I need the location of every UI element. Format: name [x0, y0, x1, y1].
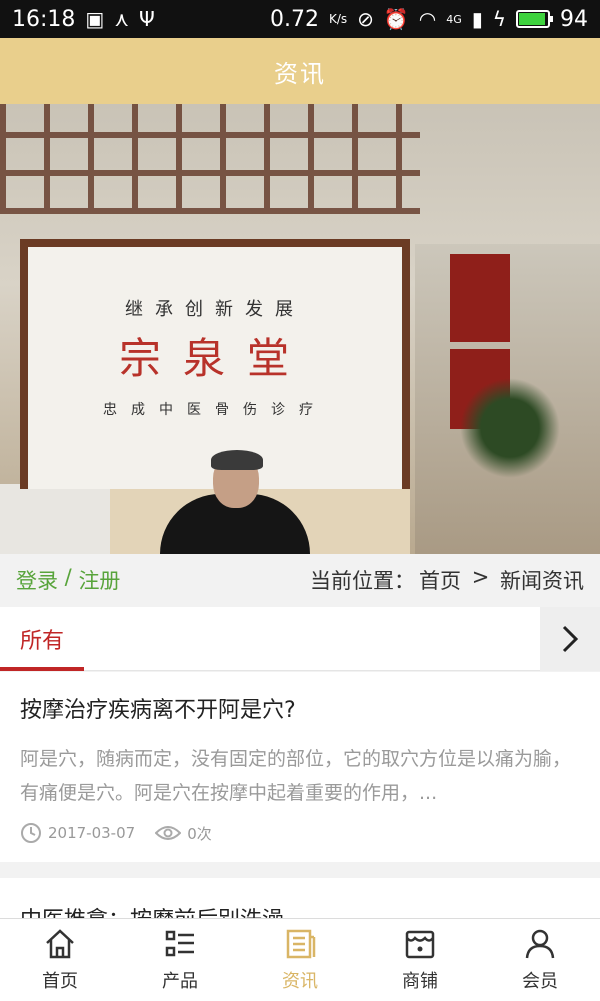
nav-member-label: 会员	[522, 971, 558, 992]
tab-all-label: 所有	[19, 629, 64, 654]
network-speed-unit: K/s	[328, 12, 348, 26]
nav-home[interactable]: 首页	[0, 919, 120, 1001]
share-icon: ⋏	[114, 7, 129, 31]
clinic-sign: 继承创新发展 宗泉堂 忠成中医骨伤诊疗	[20, 239, 410, 489]
page-title: 资讯	[274, 59, 326, 88]
list-icon	[165, 930, 194, 957]
breadcrumb-current: 新闻资讯	[500, 569, 584, 593]
home-icon	[46, 929, 74, 959]
auth-links: 登录 / 注册	[16, 565, 120, 595]
login-link[interactable]: 登录	[16, 565, 58, 595]
tabs-more-button[interactable]	[540, 607, 600, 671]
news-date-group: 2017-03-07	[20, 822, 135, 844]
nav-shop[interactable]: 商铺	[360, 919, 480, 1001]
eye-icon	[155, 826, 182, 840]
nav-news[interactable]: 资讯	[240, 919, 360, 1001]
battery-icon	[516, 10, 553, 28]
wifi-icon: ◠	[418, 7, 437, 31]
breadcrumb-arrow: >	[465, 565, 496, 589]
image-icon: ▣	[85, 7, 105, 31]
charging-icon: ϟ	[492, 7, 506, 31]
news-summary: 阿是穴，随病而定，没有固定的部位，它的取穴方位是以痛为腧，有痛便是穴。阿是穴在按…	[20, 748, 572, 804]
news-views: 0次	[187, 824, 212, 843]
news-title: 按摩治疗疾病离不开阿是穴?	[20, 698, 296, 723]
breadcrumb-bar: 登录 / 注册 当前位置： 首页 > 新闻资讯	[0, 554, 600, 606]
news-date: 2017-03-07	[48, 824, 136, 842]
category-tabs: 所有	[0, 607, 600, 671]
sign-brand: 宗泉堂	[118, 334, 311, 383]
tab-all[interactable]: 所有	[0, 607, 84, 671]
bottom-nav: 首页 产品 资讯 商铺 会员	[0, 918, 600, 1001]
breadcrumb: 当前位置： 首页 > 新闻资讯	[310, 565, 584, 595]
sign-subtitle: 忠成中医骨伤诊疗	[103, 402, 327, 418]
news-icon	[286, 929, 316, 959]
user-icon	[525, 929, 555, 959]
nav-member[interactable]: 会员	[480, 919, 600, 1001]
network-speed: 0.72	[269, 6, 319, 32]
chevron-right-icon	[562, 625, 579, 653]
red-banner	[450, 254, 510, 342]
register-link[interactable]: 注册	[78, 565, 120, 595]
signal-icon: ▮	[471, 7, 483, 31]
nav-news-label: 资讯	[282, 971, 318, 992]
auth-separator: /	[58, 565, 79, 589]
nav-products-label: 产品	[162, 971, 198, 992]
person-cap	[211, 450, 263, 470]
status-left: 16:18 ▣ ⋏ Ψ	[12, 7, 155, 32]
active-tab-underline	[0, 667, 84, 671]
potted-plant	[460, 374, 560, 494]
breadcrumb-prefix: 当前位置：	[310, 569, 416, 593]
breadcrumb-home[interactable]: 首页	[419, 565, 461, 595]
battery-level: 94	[560, 6, 588, 32]
news-meta: 2017-03-07 0次	[20, 822, 580, 844]
usb-icon: Ψ	[138, 7, 155, 31]
nav-shop-label: 商铺	[402, 971, 438, 992]
desk	[0, 484, 110, 554]
app-header: 资讯	[0, 38, 600, 104]
status-bar: 16:18 ▣ ⋏ Ψ 0.72 K/s ⊘ ⏰ ◠ 4G ▮ ϟ 94	[0, 0, 600, 38]
sign-motto: 继承创新发展	[125, 299, 305, 320]
alarm-icon: ⏰	[383, 7, 409, 31]
mute-icon: ⊘	[357, 7, 374, 31]
clock-icon	[21, 823, 41, 843]
window-lattice	[0, 104, 420, 214]
list-item[interactable]: 按摩治疗疾病离不开阿是穴? 阿是穴，随病而定，没有固定的部位，它的取穴方位是以痛…	[0, 672, 600, 862]
nav-products[interactable]: 产品	[120, 919, 240, 1001]
hero-banner[interactable]: 继承创新发展 宗泉堂 忠成中医骨伤诊疗	[0, 104, 600, 554]
news-views-group: 0次	[155, 823, 212, 844]
shop-icon	[405, 930, 435, 959]
battery-fill	[519, 13, 546, 25]
nav-home-label: 首页	[42, 971, 78, 992]
status-right: 0.72 K/s ⊘ ⏰ ◠ 4G ▮ ϟ 94	[270, 7, 588, 32]
network-type: 4G	[446, 12, 462, 26]
status-time: 16:18	[12, 6, 76, 32]
